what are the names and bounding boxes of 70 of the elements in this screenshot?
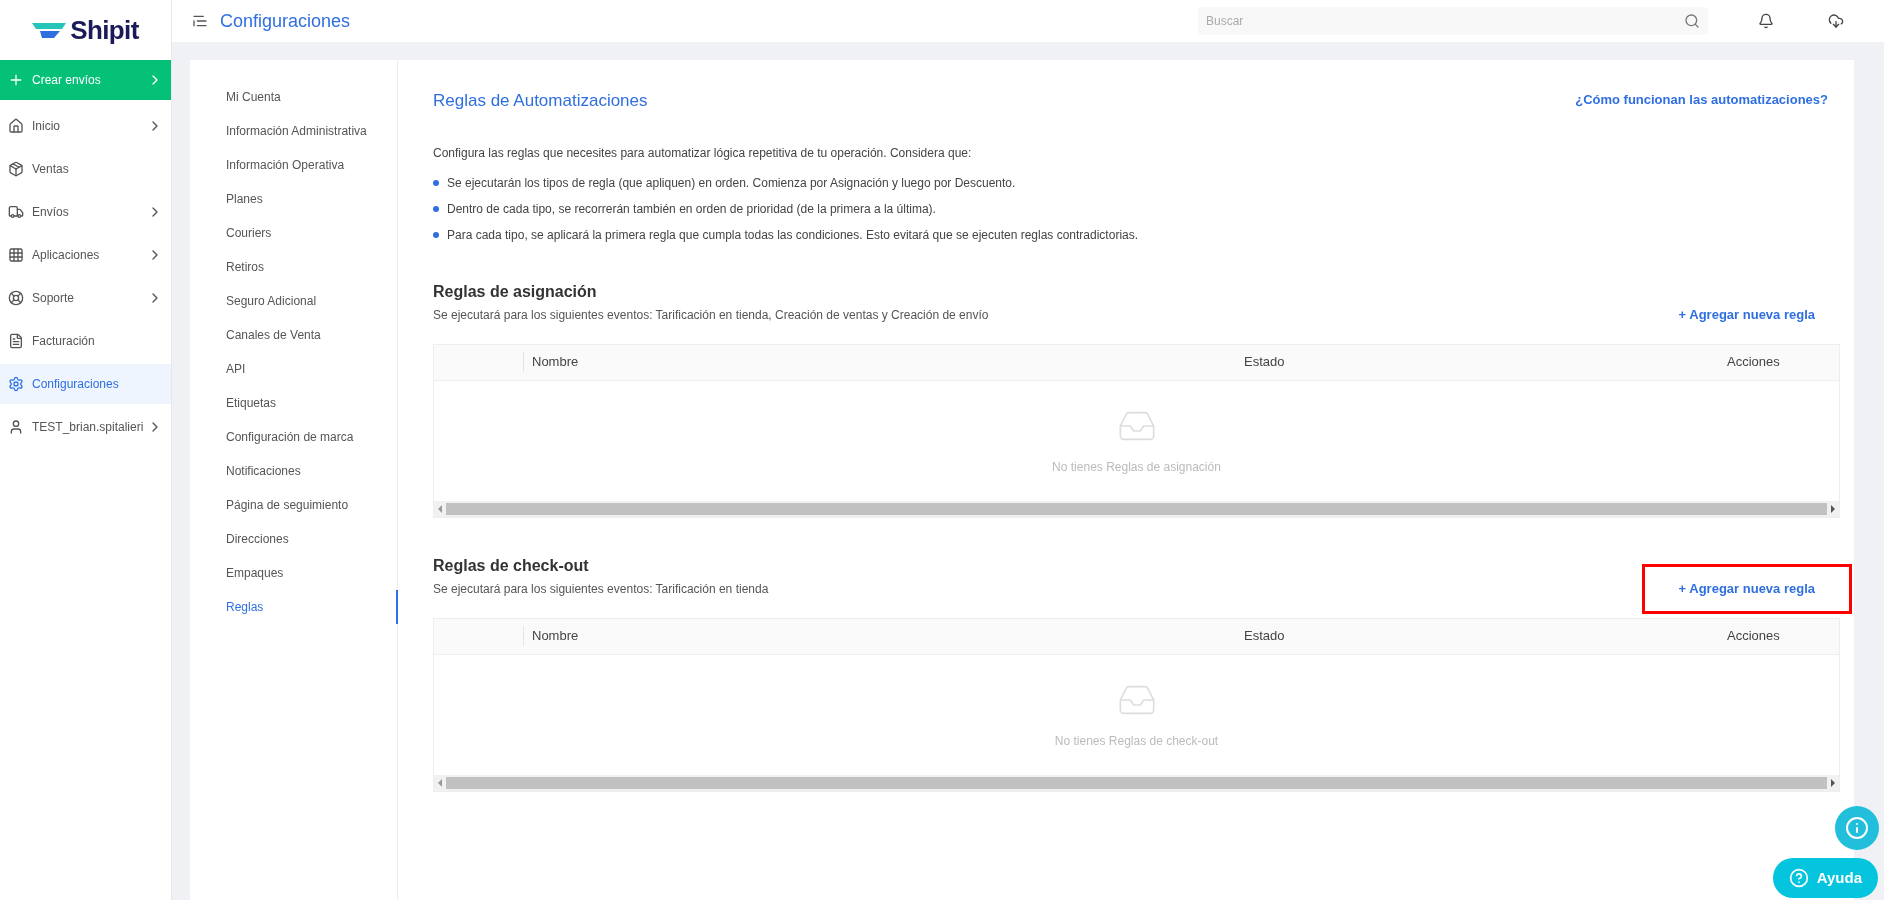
bullet-text: Se ejecutarán los tipos de regla (que apliquen) en orden. Comienza por Asignación y luego por Descuento. — [447, 174, 1016, 192]
intro-text: Configura las reglas que necesites para automatizar lógica repetitiva de tu operación. Considera que: — [433, 144, 973, 162]
settings-menu-item[interactable]: Mi Cuenta — [190, 80, 397, 114]
settings-menu-item[interactable]: Notificaciones — [190, 454, 397, 488]
sidebar-label: Crear envíos — [32, 72, 102, 89]
sidebar-label: Envíos — [32, 203, 70, 221]
settings-menu-item[interactable]: Configuración de marca — [190, 420, 397, 454]
search-field[interactable]: Buscar — [1198, 7, 1708, 35]
search-icon — [1684, 13, 1700, 29]
document-icon — [8, 332, 24, 349]
bell-icon[interactable] — [1758, 13, 1774, 29]
bullet-icon — [433, 205, 439, 212]
empty-message: No tienes Reglas de asignación — [1052, 458, 1221, 476]
content-title: Reglas de Automatizaciones — [433, 90, 648, 112]
settings-menu-item[interactable]: Etiquetas — [190, 386, 397, 420]
settings-menu-item[interactable]: Couriers — [190, 216, 397, 250]
settings-menu-item[interactable]: API — [190, 352, 397, 386]
user-icon — [8, 418, 24, 435]
menu-icon[interactable] — [192, 13, 208, 29]
settings-menu-item[interactable]: Seguro Adicional — [190, 284, 397, 318]
settings-menu-item[interactable]: Empaques — [190, 556, 397, 590]
section-subtitle: Se ejecutará para los siguientes eventos: Tarificación en tienda, Creación de ventas y Creación de envío — [433, 306, 989, 324]
column-header: Estado — [1244, 353, 1286, 372]
brand-name: Shipit — [70, 13, 139, 47]
help-link[interactable]: ¿Cómo funcionan las automatizaciones? — [1575, 90, 1828, 110]
cloud-download-icon[interactable] — [1828, 13, 1844, 29]
sidebar-label: Configuraciones — [32, 375, 120, 393]
box-icon — [8, 160, 24, 177]
empty-message: No tienes Reglas de check-out — [1054, 732, 1219, 750]
sidebar-label: Ventas — [32, 160, 70, 178]
settings-menu-item[interactable]: Página de seguimiento — [190, 488, 397, 522]
page-title: Configuraciones — [220, 9, 351, 33]
bullet-text: Dentro de cada tipo, se recorrerán también en orden de prioridad (de la primera a la última). — [447, 200, 936, 218]
section-title: Reglas de check-out — [433, 555, 590, 576]
column-header: Acciones — [1727, 627, 1781, 646]
truck-icon — [8, 203, 24, 220]
sidebar-label: Inicio — [32, 117, 61, 135]
settings-menu-item[interactable]: Información Administrativa — [190, 114, 397, 148]
column-header: Nombre — [531, 353, 580, 372]
column-header: Acciones — [1727, 353, 1781, 372]
bullet-icon — [433, 179, 439, 186]
column-header: Estado — [1244, 627, 1286, 646]
sidebar-item[interactable]: Configuraciones — [0, 363, 171, 404]
section-subtitle: Se ejecutará para los siguientes eventos: Tarificación en tienda — [433, 580, 769, 598]
settings-menu-item[interactable]: Canales de Venta — [190, 318, 397, 352]
section-title: Reglas de asignación — [433, 281, 598, 302]
settings-icon — [8, 375, 24, 392]
horizontal-scrollbar[interactable] — [434, 774, 1839, 791]
column-header: Nombre — [531, 627, 580, 646]
horizontal-scrollbar[interactable] — [434, 500, 1839, 517]
add-rule-button[interactable]: + Agregar nueva regla — [1641, 290, 1852, 340]
home-icon — [8, 117, 24, 134]
settings-menu-item[interactable]: Información Operativa — [190, 148, 397, 182]
add-rule-button[interactable]: + Agregar nueva regla — [1641, 564, 1852, 614]
settings-menu-item[interactable]: Reglas — [190, 590, 398, 624]
logo-icon — [32, 21, 67, 39]
settings-menu-item[interactable]: Retiros — [190, 250, 397, 284]
sidebar-label: Facturación — [32, 332, 96, 350]
lifebuoy-icon — [8, 289, 24, 306]
info-icon — [1845, 816, 1869, 840]
sidebar-label: Aplicaciones — [32, 246, 101, 264]
bullet-icon — [433, 231, 439, 238]
bullet-text: Para cada tipo, se aplicará la primera regla que cumpla todas las condiciones. Esto evitará que se ejecuten reglas contradictorias. — [447, 226, 1139, 244]
help-icon — [1788, 868, 1809, 888]
settings-menu-item[interactable]: Planes — [190, 182, 397, 216]
grid-icon — [8, 246, 24, 263]
settings-menu-item[interactable]: Direcciones — [190, 522, 397, 556]
sidebar-label: TEST_brian.spitalieri — [32, 418, 145, 436]
sidebar-label: Soporte — [32, 289, 76, 307]
plus-icon — [8, 72, 24, 88]
